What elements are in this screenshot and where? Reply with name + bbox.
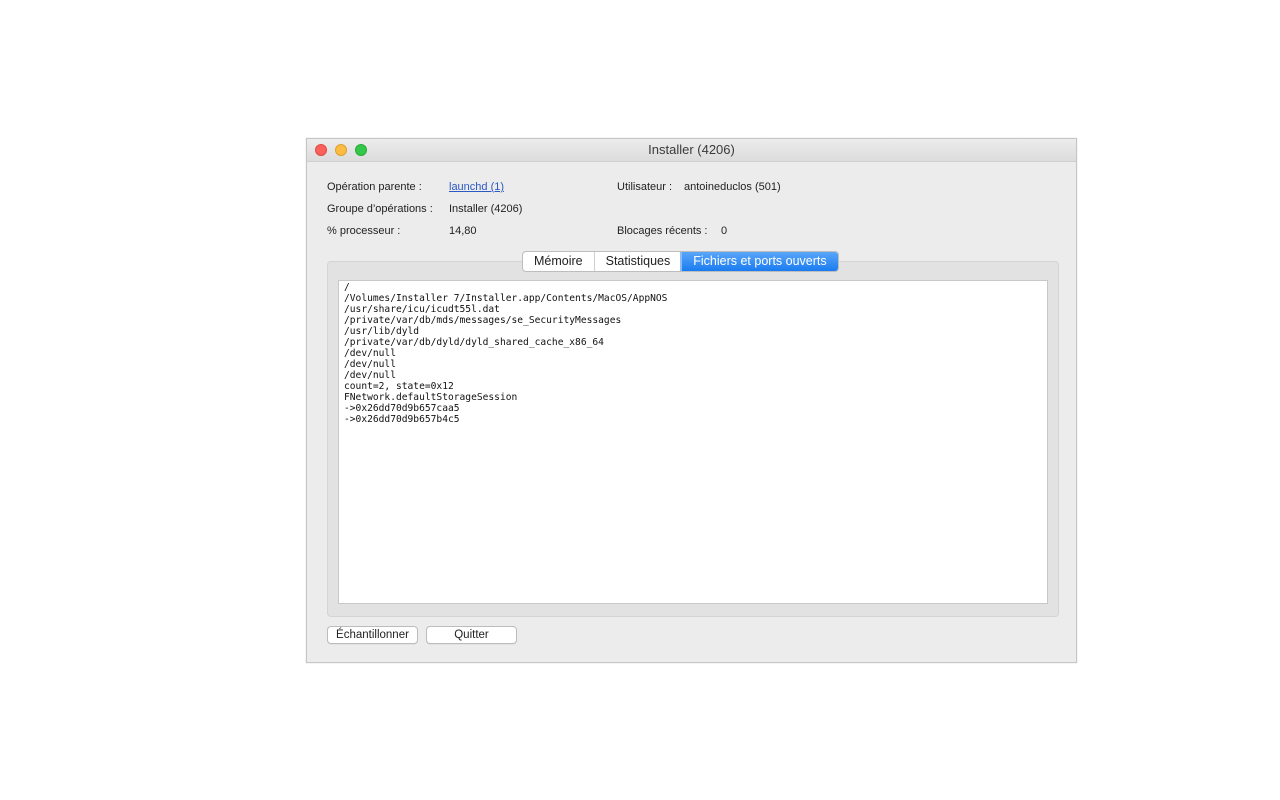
quit-button[interactable]: Quitter [426,626,517,644]
recent-hangs-label: Blocages récents : [617,225,708,237]
file-line: / [344,282,350,293]
process-inspector-window: Installer (4206) Opération parente : lau… [306,138,1077,663]
tab-open-files-ports[interactable]: Fichiers et ports ouverts [682,252,838,271]
cpu-percent-value: 14,80 [449,225,477,237]
sample-button[interactable]: Échantillonner [327,626,418,644]
file-line: /usr/share/icu/icudt55l.dat [344,304,500,315]
process-group-value: Installer (4206) [449,203,523,215]
window-title: Installer (4206) [648,142,735,157]
tab-memory[interactable]: Mémoire [523,252,595,271]
file-line: count=2, state=0x12 [344,381,454,392]
open-files-text-view[interactable]: / /Volumes/Installer 7/Installer.app/Con… [338,280,1048,604]
file-line: /private/var/db/dyld/dyld_shared_cache_x… [344,337,604,348]
file-line: /dev/null [344,348,396,359]
file-line: /dev/null [344,359,396,370]
parent-process-link[interactable]: launchd (1) [449,181,504,193]
file-line: ->0x26dd70d9b657b4c5 [344,414,460,425]
cpu-percent-label: % processeur : [327,225,401,237]
recent-hangs-value: 0 [721,225,728,237]
file-line: /Volumes/Installer 7/Installer.app/Conte… [344,293,668,304]
user-value: antoineduclos (501) [684,181,781,193]
title-bar[interactable]: Installer (4206) [307,139,1076,162]
tab-statistics[interactable]: Statistiques [595,252,683,271]
file-line: /usr/lib/dyld [344,326,420,337]
parent-process-label: Opération parente : [327,181,422,193]
tab-bar: Mémoire Statistiques Fichiers et ports o… [522,251,839,272]
file-line: /dev/null [344,370,396,381]
file-line: FNetwork.defaultStorageSession [344,392,518,403]
process-group-label: Groupe d’opérations : [327,203,433,215]
file-line: ->0x26dd70d9b657caa5 [344,403,460,414]
user-label: Utilisateur : [617,181,673,193]
file-line: /private/var/db/mds/messages/se_Security… [344,315,622,326]
